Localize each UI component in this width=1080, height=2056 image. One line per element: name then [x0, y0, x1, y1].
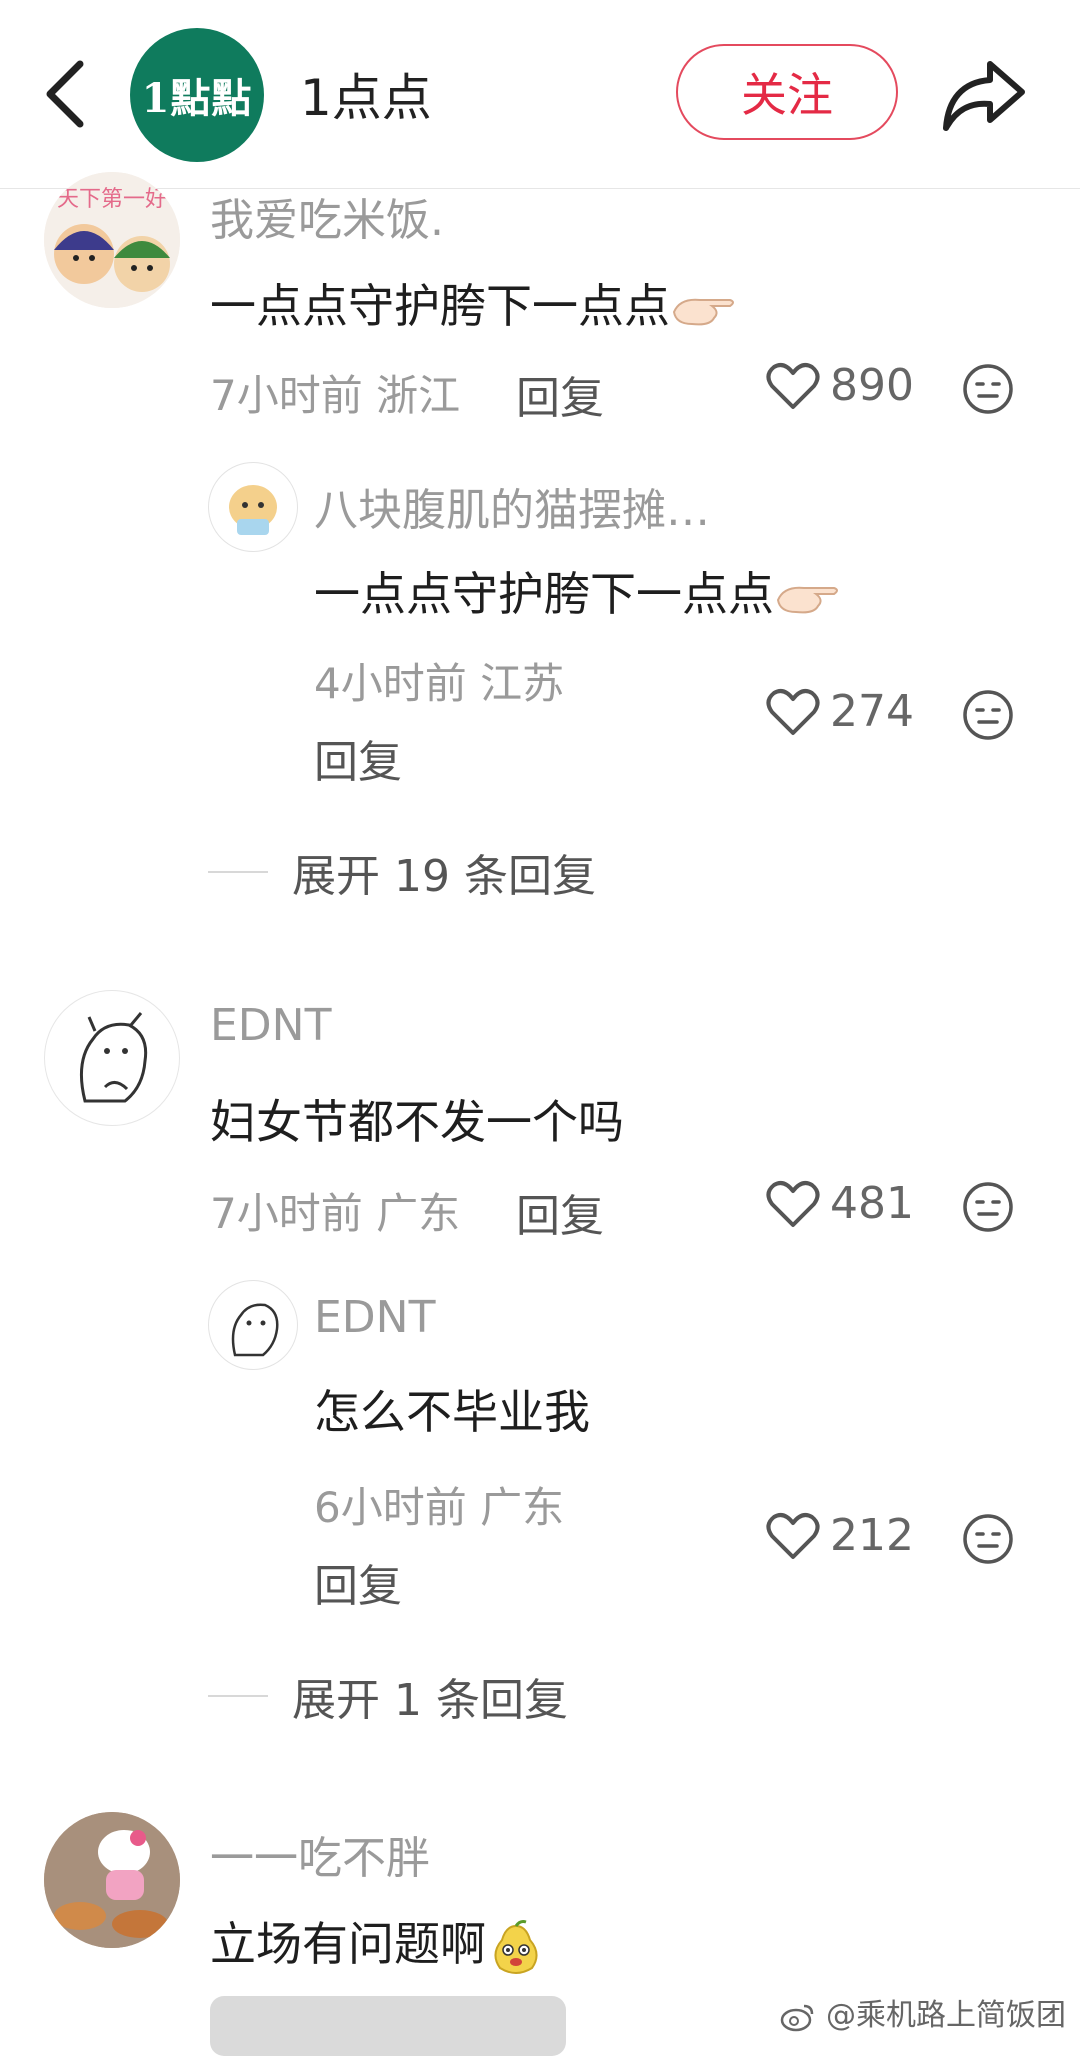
avatar-image [79, 1012, 148, 1103]
reply-button[interactable]: 回复 [516, 362, 604, 426]
comment-meta: 7小时前 浙江 [210, 371, 461, 420]
back-button[interactable] [38, 52, 98, 136]
avatar-image: 天下第一好 [44, 172, 180, 308]
share-arrow-icon [943, 61, 1025, 131]
comment-text: 一点点守护胯下一点点 [210, 270, 738, 336]
like-count: 212 [830, 1510, 914, 1561]
watermark: @乘机路上简饭团 [780, 1990, 1066, 2034]
like-button[interactable]: 890 [766, 360, 914, 411]
expand-replies-button[interactable]: 展开 1 条回复 [208, 1664, 568, 1728]
avatar-image [44, 1812, 180, 1948]
comment-meta: 7小时前 广东 [210, 1189, 461, 1238]
weibo-logo-icon [781, 2004, 814, 2031]
reply-button[interactable]: 回复 [314, 1550, 402, 1614]
expand-replies-label: 展开 1 条回复 [292, 1675, 568, 1726]
comment-author[interactable]: 一一吃不胖 [210, 1822, 430, 1886]
avatar[interactable] [44, 1812, 180, 1948]
avatar-image [231, 1303, 279, 1357]
follow-button[interactable]: 关注 [676, 44, 898, 140]
pointing-hand-emoji-icon [672, 298, 734, 325]
emoji-react-button[interactable] [962, 1513, 1014, 1565]
top-bar: 1點點 1点点 关注 [0, 0, 1080, 189]
heart-icon [766, 362, 820, 409]
svg-text:天下第一好: 天下第一好 [57, 187, 167, 212]
comment-text: 妇女节都不发一个吗 [210, 1095, 624, 1149]
share-button[interactable] [940, 50, 1028, 138]
heart-icon [766, 688, 820, 735]
reply-text: 怎么不毕业我 [314, 1385, 590, 1439]
reply-meta: 4小时前 江苏 [314, 659, 565, 708]
like-count: 890 [830, 360, 914, 411]
comment-author[interactable]: 我爱吃米饭. [210, 184, 444, 248]
neutral-face-icon [963, 364, 1013, 414]
comment-text: 立场有问题啊 [210, 1908, 546, 1978]
reply-author[interactable]: 八块腹肌的猫摆摊… [314, 474, 710, 538]
heart-icon [766, 1512, 820, 1559]
comment-image-attachment[interactable] [210, 1996, 566, 2056]
neutral-face-icon [963, 690, 1013, 740]
avatar[interactable] [44, 990, 180, 1126]
emoji-react-button[interactable] [962, 689, 1014, 741]
like-count: 274 [830, 686, 914, 737]
heart-icon [766, 1180, 820, 1227]
reply-text: 一点点守护胯下一点点 [314, 558, 842, 624]
divider-line [208, 1695, 268, 1697]
expand-replies-label: 展开 19 条回复 [292, 851, 596, 902]
chevron-left-icon [46, 60, 84, 128]
like-count: 481 [830, 1178, 914, 1229]
like-button[interactable]: 274 [766, 686, 914, 737]
emoji-react-button[interactable] [962, 363, 1014, 415]
pointing-hand-emoji-icon [776, 586, 838, 613]
comment-author[interactable]: EDNT [210, 1000, 331, 1051]
expand-replies-button[interactable]: 展开 19 条回复 [208, 840, 596, 904]
account-logo[interactable]: 1點點 [130, 28, 264, 162]
neutral-face-icon [963, 1514, 1013, 1564]
reply-meta: 6小时前 广东 [314, 1483, 565, 1532]
avatar-image [229, 485, 277, 535]
neutral-face-icon [963, 1182, 1013, 1232]
divider-line [208, 871, 268, 873]
reply-button[interactable]: 回复 [314, 726, 402, 790]
account-title: 1点点 [300, 69, 432, 127]
emoji-react-button[interactable] [962, 1181, 1014, 1233]
avatar[interactable] [208, 462, 298, 552]
like-button[interactable]: 212 [766, 1510, 914, 1561]
like-button[interactable]: 481 [766, 1178, 914, 1229]
reply-author[interactable]: EDNT [314, 1292, 435, 1343]
pear-face-emoji-icon [494, 1919, 538, 1974]
reply-button[interactable]: 回复 [516, 1180, 604, 1244]
avatar[interactable]: 天下第一好 [44, 172, 180, 308]
avatar[interactable] [208, 1280, 298, 1370]
